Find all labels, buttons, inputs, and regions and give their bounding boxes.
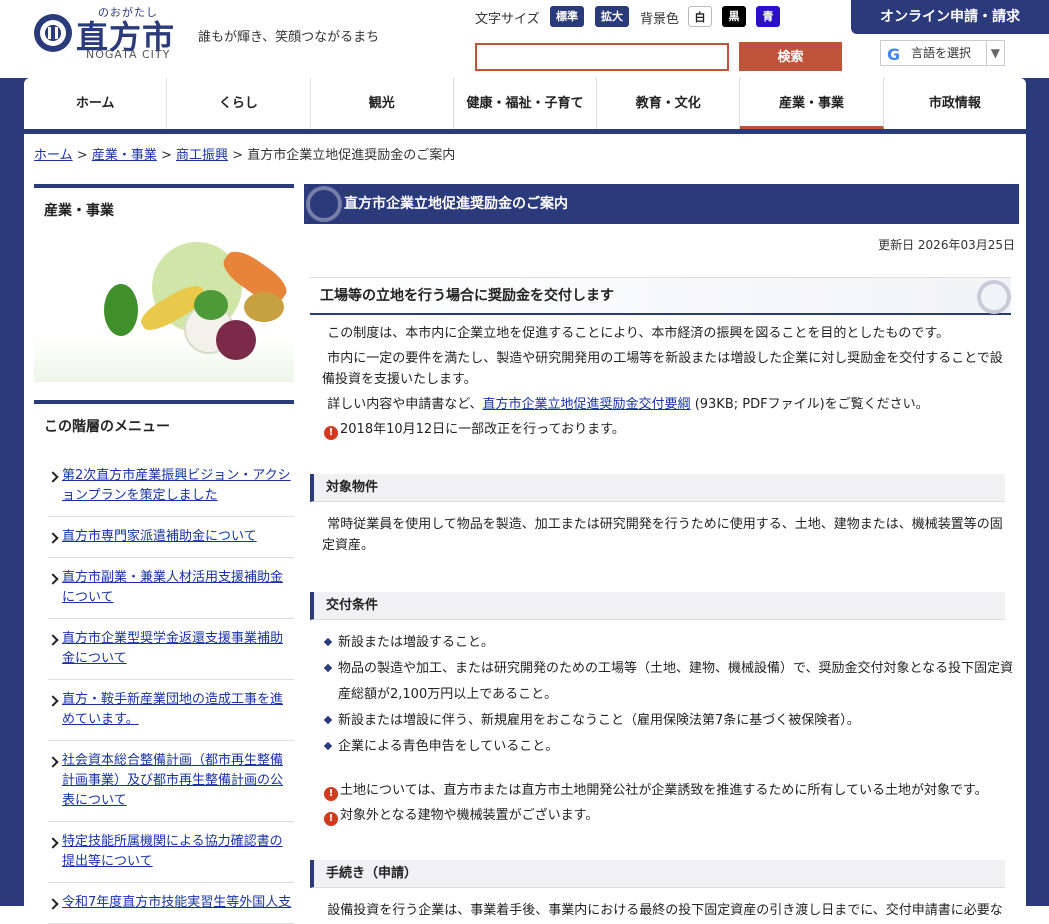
list-item: 企業による青色申告をしていること。 xyxy=(324,734,1019,760)
nav-education[interactable]: 教育・文化 xyxy=(597,78,741,129)
warning-icon: ! xyxy=(324,812,338,826)
paragraph: 設備投資を行う企業は、事業着手後、事業内における最終の投下固定資産の引き渡し日ま… xyxy=(327,903,1003,918)
breadcrumb-current: 直方市企業立地促進奨励金のご案内 xyxy=(247,148,456,163)
chevron-down-icon: ▼ xyxy=(985,41,1000,65)
subsection-heading: 手続き（申請） xyxy=(310,860,1005,888)
text: 詳しい内容や申請書など、 xyxy=(327,397,483,412)
language-select[interactable]: G 言語を選択 ▼ xyxy=(880,40,1005,66)
sidebar: 産業・事業 この階層のメニュー 第2次直方市産業振興ビジョン・アクションプランを… xyxy=(34,184,294,924)
global-nav-bar: ホーム くらし 観光 健康・福祉・子育て 教育・文化 産業・事業 市政情報 xyxy=(0,78,1049,134)
list-item: 直方市専門家派遣補助金について xyxy=(48,517,294,558)
breadcrumb: ホーム > 産業・事業 > 商工振興 > 直方市企業立地促進奨励金のご案内 xyxy=(34,144,455,163)
bg-black-button[interactable]: 黒 xyxy=(722,6,746,27)
notice-text: 土地については、直方市または直方市土地開発公社が企業誘致を推進するために所有して… xyxy=(340,783,988,798)
text: (93KB; PDFファイル)をご覧ください。 xyxy=(690,397,929,412)
list-item: 社会資本総合整備計画（都市再生整備計画事業）及び都市再生整備計画の公表について xyxy=(48,741,294,822)
city-emblem-icon xyxy=(34,14,72,52)
global-nav: ホーム くらし 観光 健康・福祉・子育て 教育・文化 産業・事業 市政情報 xyxy=(24,78,1026,134)
sidebar-link[interactable]: 直方市専門家派遣補助金について xyxy=(48,527,294,547)
list-item: 直方・鞍手新産業団地の造成工事を進めています。 xyxy=(48,680,294,741)
nav-health[interactable]: 健康・福祉・子育て xyxy=(454,78,598,129)
sidebar-link[interactable]: 直方・鞍手新産業団地の造成工事を進めています。 xyxy=(48,690,294,730)
search-button[interactable]: 検索 xyxy=(739,42,842,71)
notice: ! 土地については、直方市または直方市土地開発公社が企業誘致を推進するために所有し… xyxy=(304,780,1019,801)
font-size-label: 文字サイズ xyxy=(475,12,540,27)
site-header: のおがたし 直方市 NOGATA CITY 誰もが輝き、笑顔つながるまち 文字サ… xyxy=(0,0,1049,78)
warning-icon: ! xyxy=(324,426,338,440)
breadcrumb-sep: > xyxy=(160,148,172,163)
bg-blue-button[interactable]: 青 xyxy=(756,6,780,27)
updated-date: 更新日 2026年03月25日 xyxy=(878,238,1015,252)
bg-white-button[interactable]: 白 xyxy=(688,6,712,27)
page-title: 直方市企業立地促進奨励金のご案内 xyxy=(304,184,1019,224)
bg-color-label: 背景色 xyxy=(640,12,680,27)
list-item: 特定技能所属機関による協力確認書の提出等について xyxy=(48,822,294,883)
font-standard-button[interactable]: 標準 xyxy=(550,6,584,27)
nav-tourism[interactable]: 観光 xyxy=(311,78,454,129)
warning-icon: ! xyxy=(324,787,338,801)
list-item: 令和7年度直方市技能実習生等外国人支 xyxy=(48,883,294,924)
sidebar-link[interactable]: 第2次直方市産業振興ビジョン・アクションプランを策定しました xyxy=(48,466,294,506)
breadcrumb-home[interactable]: ホーム xyxy=(34,148,73,163)
online-application-button[interactable]: オンライン申請・請求 xyxy=(851,0,1049,34)
notice: ! 2018年10月12日に一部改正を行っております。 xyxy=(304,419,1019,440)
nav-home[interactable]: ホーム xyxy=(24,78,168,129)
nav-living[interactable]: くらし xyxy=(167,78,311,129)
paragraph: 詳しい内容や申請書など、直方市企業立地促進奨励金交付要綱 (93KB; PDFフ… xyxy=(304,394,1019,415)
notice-text: 2018年10月12日に一部改正を行っております。 xyxy=(340,422,625,437)
conditions-list: 新設または増設すること。 物品の製造や加工、または研究開発のための工場等（土地、… xyxy=(304,630,1019,760)
nav-city-info[interactable]: 市政情報 xyxy=(884,78,1026,129)
sidebar-title: 産業・事業 xyxy=(34,184,294,232)
city-emblem-icon xyxy=(306,186,342,222)
paragraph: 常時従業員を使用して物品を製造、加工または研究開発を行うために使用する、土地、建… xyxy=(322,517,1003,553)
breadcrumb-sep: > xyxy=(232,148,244,163)
list-item: 第2次直方市産業振興ビジョン・アクションプランを策定しました xyxy=(48,456,294,517)
paragraph: 市内に一定の要件を満たし、製造や研究開発用の工場等を新設または増設した企業に対し… xyxy=(322,351,1003,387)
breadcrumb-commerce[interactable]: 商工振興 xyxy=(176,148,228,163)
language-select-label: 言語を選択 xyxy=(911,46,972,60)
paragraph: この制度は、本市内に企業立地を促進することにより、本市経済の振興を図ることを目的… xyxy=(327,326,950,341)
vegetables-image xyxy=(34,232,294,382)
city-emblem-icon xyxy=(977,280,1011,314)
list-item: 物品の製造や加工、または研究開発のための工場等（土地、建物、機械設備）で、奨励金… xyxy=(324,656,1019,708)
sidebar-link[interactable]: 直方市副業・兼業人材活用支援補助金について xyxy=(48,568,294,608)
sidebar-menu-title: この階層のメニュー xyxy=(34,400,294,456)
font-large-button[interactable]: 拡大 xyxy=(595,6,629,27)
subsection-heading: 交付条件 xyxy=(310,592,1005,620)
main-content: 直方市企業立地促進奨励金のご案内 更新日 2026年03月25日 工場等の立地を… xyxy=(304,184,1019,921)
notice: ! 対象外となる建物や機械装置がございます。 xyxy=(304,805,1019,826)
nav-industry[interactable]: 産業・事業 xyxy=(740,78,884,129)
sidebar-link[interactable]: 直方市企業型奨学金返還支援事業補助金について xyxy=(48,629,294,669)
sidebar-link[interactable]: 特定技能所属機関による協力確認書の提出等について xyxy=(48,832,294,872)
list-item: 直方市副業・兼業人材活用支援補助金について xyxy=(48,558,294,619)
breadcrumb-industry[interactable]: 産業・事業 xyxy=(92,148,157,163)
section-heading: 工場等の立地を行う場合に奨励金を交付します xyxy=(310,277,1011,315)
list-item: 新設または増設すること。 xyxy=(324,630,1019,656)
list-item: 新設または増設に伴う、新規雇用をおこなうこと（雇用保険法第7条に基づく被保険者）… xyxy=(324,708,1019,734)
guideline-pdf-link[interactable]: 直方市企業立地促進奨励金交付要綱 xyxy=(483,397,691,412)
page-title-text: 直方市企業立地促進奨励金のご案内 xyxy=(344,196,568,212)
sidebar-link[interactable]: 令和7年度直方市技能実習生等外国人支 xyxy=(48,893,294,913)
list-item: 直方市企業型奨学金返還支援事業補助金について xyxy=(48,619,294,680)
search-input[interactable] xyxy=(475,43,729,71)
google-icon: G xyxy=(887,45,901,64)
logo-city-en: NOGATA CITY xyxy=(86,48,171,61)
sidebar-menu: 第2次直方市産業振興ビジョン・アクションプランを策定しました 直方市専門家派遣補… xyxy=(34,456,294,924)
site-logo[interactable]: のおがたし 直方市 NOGATA CITY xyxy=(34,4,184,62)
breadcrumb-sep: > xyxy=(76,148,88,163)
tagline: 誰もが輝き、笑顔つながるまち xyxy=(198,30,380,45)
subsection-heading: 対象物件 xyxy=(310,474,1005,502)
notice-text: 対象外となる建物や機械装置がございます。 xyxy=(340,808,599,823)
sidebar-link[interactable]: 社会資本総合整備計画（都市再生整備計画事業）及び都市再生整備計画の公表について xyxy=(48,751,294,811)
section-heading-text: 工場等の立地を行う場合に奨励金を交付します xyxy=(320,288,614,304)
